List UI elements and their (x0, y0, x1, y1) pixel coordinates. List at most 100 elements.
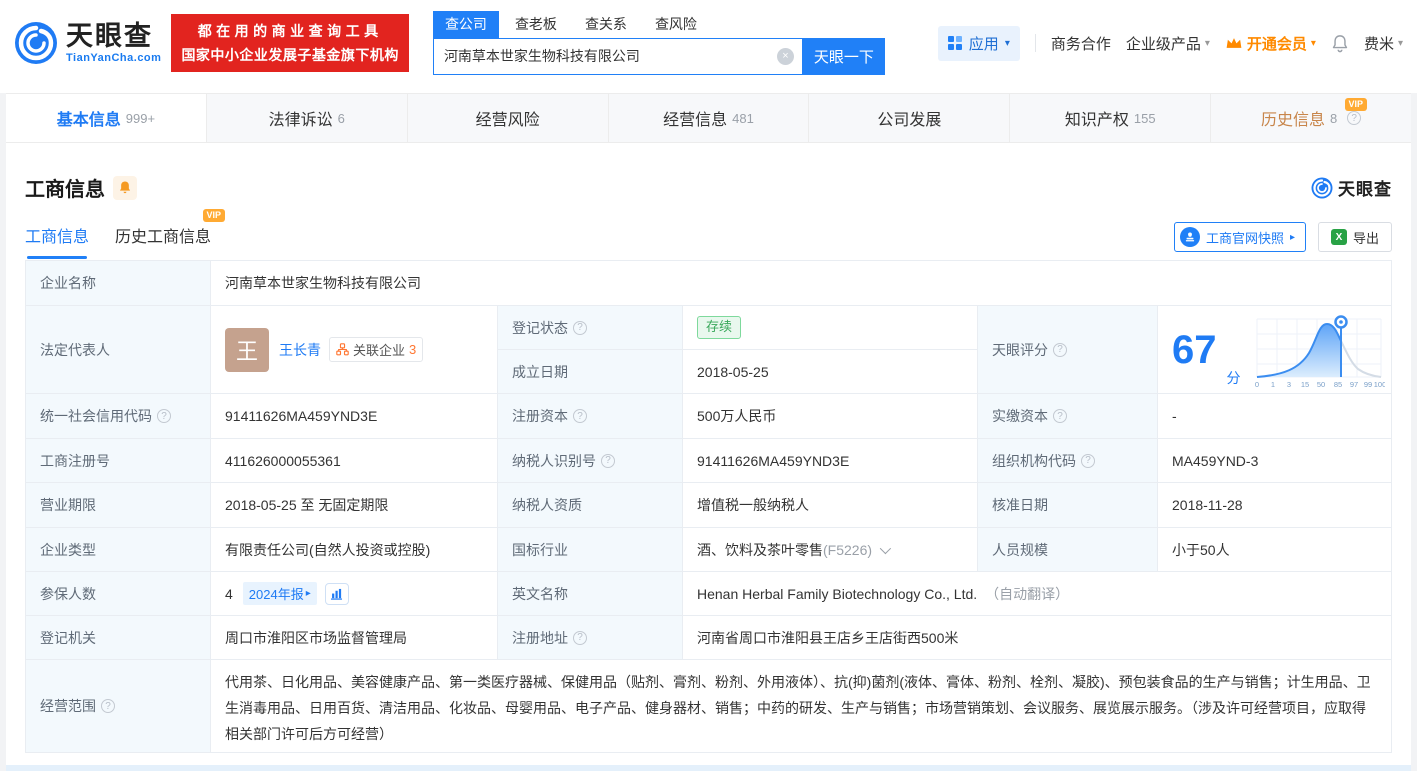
credit-code-help-icon[interactable]: ? (157, 409, 171, 423)
field-label-company-type: 企业类型 (26, 528, 211, 572)
tab-development-label: 公司发展 (877, 106, 941, 130)
search-button[interactable]: 天眼一下 (803, 38, 885, 75)
business-info-table: 企业名称 河南草本世家生物科技有限公司 法定代表人 王 王长青 (25, 260, 1392, 753)
field-value-taxpayer-quality: 增值税一般纳税人 (683, 483, 978, 528)
apps-label: 应用 (969, 33, 999, 54)
legal-rep-avatar[interactable]: 王 (225, 328, 269, 372)
tianyancha-logo[interactable]: 天眼查 TianYanCha.com (14, 21, 161, 65)
status-badge: 存续 (697, 316, 741, 339)
org-code-help-icon[interactable]: ? (1081, 454, 1095, 468)
snapshot-button-label: 工商官网快照 (1206, 228, 1284, 247)
annual-report-badge[interactable]: 2024年报 ▸ (243, 582, 317, 605)
subtab-history-label: 历史工商信息 (115, 229, 211, 246)
subscribe-bell-icon[interactable] (113, 176, 137, 200)
field-label-company-name: 企业名称 (26, 261, 211, 306)
reg-address-value: 河南省周口市淮阳县王店乡王店街西500米 (697, 628, 958, 648)
tab-operation-info[interactable]: 经营信息 481 (609, 94, 810, 142)
annual-report-label: 2024年报 (249, 584, 304, 603)
search-tab-company[interactable]: 查公司 (433, 11, 499, 38)
svg-text:50: 50 (1316, 380, 1324, 389)
user-menu[interactable]: 费米 ▾ (1364, 33, 1403, 54)
annual-report-arrow-icon: ▸ (306, 588, 311, 599)
menu-item-open-vip[interactable]: 开通会员 ▾ (1225, 33, 1316, 54)
score-number: 67 (1172, 330, 1217, 370)
official-snapshot-button[interactable]: 工商官网快照 ▸ (1174, 222, 1306, 252)
history-help-icon[interactable]: ? (1347, 111, 1361, 125)
tab-history-info[interactable]: VIP 历史信息 8 ? (1211, 94, 1411, 142)
field-label-taxpayer-id: 纳税人识别号 ? (498, 439, 683, 483)
taxpayer-id-value: 91411626MA459YND3E (697, 453, 849, 469)
legal-rep-label: 法定代表人 (40, 340, 110, 360)
related-companies-badge[interactable]: 关联企业 3 (329, 337, 423, 362)
notification-bell-icon[interactable] (1331, 34, 1349, 53)
svg-text:0: 0 (1254, 380, 1258, 389)
tianyancha-logo-icon (14, 21, 58, 65)
field-value-company-type: 有限责任公司(自然人投资或控股) (211, 528, 498, 572)
tab-basic-info-count: 999+ (126, 111, 155, 126)
apps-menu[interactable]: 应用 ▾ (938, 26, 1020, 61)
svg-text:100: 100 (1373, 380, 1384, 389)
field-label-registration-status: 登记状态 ? (498, 306, 683, 350)
paid-capital-help-icon[interactable]: ? (1053, 409, 1067, 423)
reg-address-label: 注册地址 (512, 628, 568, 648)
search-tab-risk[interactable]: 查风险 (643, 11, 709, 38)
field-value-registration-authority: 周口市淮阳区市场监督管理局 (211, 616, 498, 660)
search-tab-boss[interactable]: 查老板 (503, 11, 569, 38)
reg-number-label: 工商注册号 (40, 451, 110, 471)
taxpayer-id-help-icon[interactable]: ? (601, 454, 615, 468)
export-button[interactable]: X 导出 (1318, 222, 1392, 252)
industry-expand-chevron-icon[interactable] (880, 542, 891, 553)
reg-status-help-icon[interactable]: ? (573, 321, 587, 335)
promo-line-2: 国家中小企业发展子基金旗下机构 (181, 45, 399, 65)
tyc-score-help-icon[interactable]: ? (1053, 343, 1067, 357)
crown-icon (1225, 36, 1243, 50)
credit-code-value: 91411626MA459YND3E (225, 408, 377, 424)
svg-text:3: 3 (1286, 380, 1290, 389)
auto-translate-note: （自动翻译） (985, 584, 1069, 604)
clear-search-icon[interactable]: × (777, 48, 794, 65)
brand-name: 天眼查 (66, 23, 161, 50)
taxpayer-id-label: 纳税人识别号 (512, 451, 596, 471)
approval-date-value: 2018-11-28 (1172, 497, 1243, 513)
paid-capital-label: 实缴资本 (992, 406, 1048, 426)
field-label-approval-date: 核准日期 (978, 483, 1158, 528)
tab-operation-risk[interactable]: 经营风险 (408, 94, 609, 142)
business-scope-value: 代用茶、日化用品、美容健康产品、第一类医疗器械、保健用品（贴剂、膏剂、粉剂、外用… (225, 670, 1377, 748)
tianyancha-watermark: 天眼查 (1311, 175, 1392, 200)
enterprise-label: 企业级产品 (1126, 33, 1201, 54)
field-value-registration-status: 存续 (683, 306, 978, 350)
field-value-approval-date: 2018-11-28 (1158, 483, 1392, 528)
subtab-business-info[interactable]: 工商信息 (25, 223, 89, 259)
user-caret-icon: ▾ (1398, 38, 1403, 49)
reg-capital-help-icon[interactable]: ? (573, 409, 587, 423)
reg-address-help-icon[interactable]: ? (573, 631, 587, 645)
tab-company-development[interactable]: 公司发展 (809, 94, 1010, 142)
tab-legal-proceedings[interactable]: 法律诉讼 6 (207, 94, 408, 142)
credit-code-label: 统一社会信用代码 (40, 406, 152, 426)
reg-authority-label: 登记机关 (40, 628, 96, 648)
org-code-label: 组织机构代码 (992, 451, 1076, 471)
menu-item-business-cooperation[interactable]: 商务合作 (1051, 33, 1111, 54)
taxpayer-quality-label: 纳税人资质 (512, 495, 582, 515)
status-date-group: 登记状态 ? 存续 成立日期 2018-05-25 (498, 306, 978, 394)
insured-trend-chart-button[interactable] (325, 583, 349, 605)
top-menu: 应用 ▾ 商务合作 企业级产品 ▾ 开通会员 ▾ 费米 ▾ (938, 26, 1403, 61)
legal-rep-name-link[interactable]: 王长青 (279, 340, 321, 360)
field-label-tyc-score: 天眼评分 ? (978, 306, 1158, 394)
business-scope-help-icon[interactable]: ? (101, 699, 115, 713)
search-input[interactable]: 河南草本世家生物科技有限公司 × (433, 38, 803, 75)
search-tab-relation[interactable]: 查关系 (573, 11, 639, 38)
field-value-credit-code: 91411626MA459YND3E (211, 394, 498, 439)
menu-item-enterprise-products[interactable]: 企业级产品 ▾ (1126, 33, 1210, 54)
svg-text:85: 85 (1333, 380, 1341, 389)
tab-basic-info[interactable]: 基本信息 999+ (6, 94, 207, 142)
field-label-insured-count: 参保人数 (26, 572, 211, 616)
apps-grid-icon (948, 36, 963, 51)
field-label-registered-capital: 注册资本 ? (498, 394, 683, 439)
company-type-label: 企业类型 (40, 540, 96, 560)
subtab-history-business-info[interactable]: 历史工商信息 VIP (115, 223, 211, 259)
tab-risk-label: 经营风险 (476, 106, 540, 130)
field-label-paid-capital: 实缴资本 ? (978, 394, 1158, 439)
tab-intellectual-property[interactable]: 知识产权 155 (1010, 94, 1211, 142)
excel-icon: X (1331, 229, 1347, 245)
